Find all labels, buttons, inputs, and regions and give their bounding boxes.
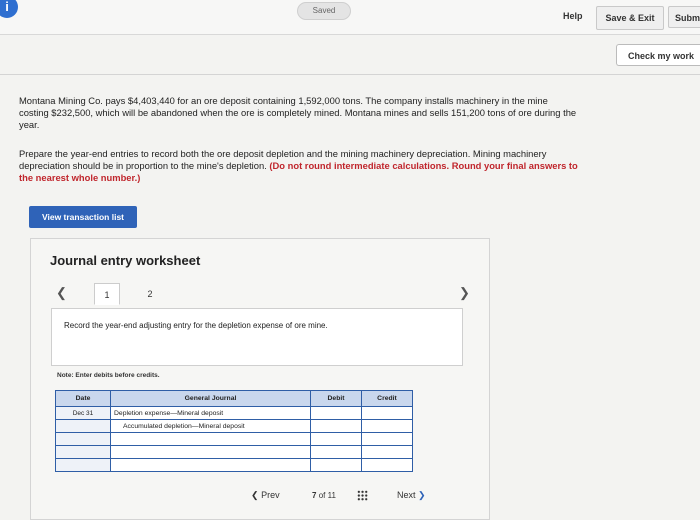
debit-input[interactable] [310, 432, 362, 446]
chevron-right-icon[interactable]: ❯ [459, 285, 470, 301]
save-exit-button[interactable]: Save & Exit [596, 6, 664, 30]
grid-icon[interactable] [357, 490, 368, 501]
problem-line: Montana Mining Co. pays $4,403,440 for a… [19, 95, 548, 106]
divider [0, 74, 700, 75]
submit-button[interactable]: Subm [668, 6, 700, 28]
instructions-line: the nearest whole number.) [19, 172, 578, 184]
instruction-text: Record the year-end adjusting entry for … [64, 321, 328, 330]
column-header-credit: Credit [361, 390, 413, 407]
page-current: 7 [312, 491, 317, 500]
date-cell [55, 445, 111, 459]
date-cell [55, 432, 111, 446]
tab-entry-2[interactable]: 2 [137, 283, 163, 305]
credit-input[interactable] [361, 458, 413, 472]
instructions-line: depreciation should be in proportion to … [19, 160, 578, 172]
table-row: Accumulated depletion—Mineral deposit [55, 419, 413, 433]
chevron-left-icon[interactable]: ❮ [56, 285, 67, 301]
account-select[interactable] [110, 445, 311, 459]
journal-table: Date General Journal Debit Credit Dec 31… [55, 390, 413, 472]
table-row [55, 458, 413, 472]
table-row [55, 445, 413, 459]
credit-input[interactable] [361, 445, 413, 459]
problem-line: costing $232,500, which will be abandone… [19, 107, 577, 118]
worksheet-title: Journal entry worksheet [50, 253, 201, 268]
instructions-line: Prepare the year-end entries to record b… [19, 148, 547, 159]
instructions-emphasis: the nearest whole number.) [19, 172, 141, 183]
chevron-left-icon: ❮ [251, 490, 259, 500]
page-indicator: 7 of 11 [312, 491, 336, 500]
instruction-box: Record the year-end adjusting entry for … [51, 308, 463, 366]
info-icon[interactable]: i [0, 0, 18, 18]
table-row [55, 432, 413, 446]
instructions-emphasis: (Do not round intermediate calculations.… [269, 160, 578, 171]
date-cell [55, 419, 111, 433]
next-label: Next [397, 490, 416, 500]
debit-input[interactable] [310, 445, 362, 459]
debit-input[interactable] [310, 419, 362, 433]
tab-entry-1[interactable]: 1 [94, 283, 120, 305]
help-link[interactable]: Help [563, 11, 583, 21]
date-cell [55, 458, 111, 472]
table-row: Dec 31 Depletion expense—Mineral deposit [55, 406, 413, 420]
account-select[interactable]: Accumulated depletion—Mineral deposit [110, 419, 311, 433]
prev-button[interactable]: ❮ Prev [251, 490, 280, 501]
debit-input[interactable] [310, 458, 362, 472]
account-select[interactable]: Depletion expense—Mineral deposit [110, 406, 311, 420]
next-button[interactable]: Next ❯ [397, 490, 426, 501]
table-header-row: Date General Journal Debit Credit [55, 390, 413, 407]
credit-input[interactable] [361, 419, 413, 433]
journal-entry-worksheet: Journal entry worksheet ❮ 1 2 ❯ Record t… [30, 238, 490, 520]
prev-label: Prev [261, 490, 280, 500]
account-select[interactable] [110, 458, 311, 472]
column-header-date: Date [55, 390, 111, 407]
page-total: 11 [327, 491, 336, 500]
check-my-work-button[interactable]: Check my work [616, 44, 700, 66]
instructions-text: Prepare the year-end entries to record b… [19, 148, 578, 184]
credit-input[interactable] [361, 432, 413, 446]
debit-input[interactable] [310, 406, 362, 420]
problem-line: year. [19, 119, 40, 130]
credit-input[interactable] [361, 406, 413, 420]
chevron-right-icon: ❯ [418, 490, 426, 500]
column-header-general-journal: General Journal [110, 390, 311, 407]
problem-text: Montana Mining Co. pays $4,403,440 for a… [19, 95, 576, 131]
saved-status: Saved [297, 2, 351, 20]
account-select[interactable] [110, 432, 311, 446]
date-cell: Dec 31 [55, 406, 111, 420]
view-transaction-list-button[interactable]: View transaction list [29, 206, 137, 228]
column-header-debit: Debit [310, 390, 362, 407]
top-bar: i Saved Help Save & Exit Subm [0, 0, 700, 35]
note-text: Note: Enter debits before credits. [57, 372, 160, 379]
page-of: of [318, 491, 326, 500]
instructions-plain: depreciation should be in proportion to … [19, 160, 270, 171]
